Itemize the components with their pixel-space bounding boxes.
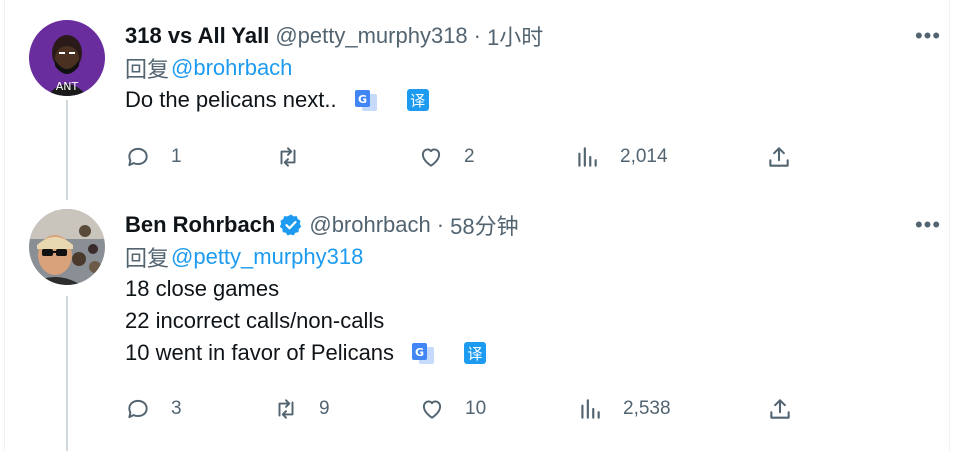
verified-badge-icon — [279, 213, 303, 237]
like-count: 2 — [464, 146, 475, 167]
reply-icon — [128, 399, 148, 419]
svg-text:G: G — [415, 346, 424, 359]
reply-button[interactable]: 3 — [125, 396, 182, 422]
tweet-text-line: 18 close games — [125, 276, 280, 301]
avatar[interactable]: ANT — [29, 20, 105, 96]
tweet-actions: 3 9 10 2,538 — [125, 394, 804, 424]
tweet-text: 10 went in favor of Pelicans G 译 — [125, 337, 914, 369]
tweet-header: Ben Rohrbach @brohrbach · 58分钟 — [125, 209, 914, 241]
retweet-icon — [280, 147, 296, 167]
like-count: 10 — [465, 398, 487, 419]
like-button[interactable]: 2 — [418, 144, 475, 170]
tweet-header: 318 vs All Yall @petty_murphy318 · 1小时 — [125, 20, 914, 52]
tweet-text-line: 22 incorrect calls/non-calls — [125, 308, 385, 333]
like-icon — [422, 400, 442, 419]
views-button[interactable]: 2,014 — [574, 144, 668, 170]
reply-count: 1 — [171, 146, 182, 167]
thread-connector — [66, 296, 68, 451]
share-icon — [769, 147, 789, 167]
views-icon — [581, 399, 600, 419]
reply-icon — [128, 147, 148, 167]
share-button[interactable] — [766, 144, 792, 170]
tweet-1[interactable]: ANT 318 vs All Yall @petty_murphy318 · 1… — [0, 0, 954, 200]
reply-context: 回复 @brohrbach — [125, 52, 914, 84]
google-translate-icon[interactable]: G — [410, 341, 435, 365]
display-name[interactable]: Ben Rohrbach — [125, 212, 275, 238]
tweet-2[interactable]: Ben Rohrbach @brohrbach · 58分钟 回复 @petty… — [0, 200, 954, 451]
user-handle[interactable]: @brohrbach — [309, 212, 430, 238]
more-icon[interactable]: ••• — [910, 20, 946, 52]
views-count: 2,014 — [620, 146, 668, 167]
avatar-text: ANT — [56, 80, 79, 93]
reply-prefix: 回复 — [125, 246, 170, 271]
reply-context: 回复 @petty_murphy318 — [125, 241, 914, 273]
timeline: ANT 318 vs All Yall @petty_murphy318 · 1… — [0, 0, 954, 451]
tweet-text: Do the pelicans next.. G 译 — [125, 84, 914, 116]
google-translate-icon[interactable]: G — [353, 88, 377, 112]
retweet-button[interactable]: 9 — [273, 396, 330, 422]
separator-dot: · — [473, 23, 481, 48]
svg-text:G: G — [358, 93, 367, 106]
tweet-actions: 1 2 2,014 — [125, 142, 804, 172]
reply-mention-link[interactable]: @brohrbach — [171, 55, 292, 81]
more-icon[interactable]: ••• — [910, 209, 946, 241]
separator-dot: · — [436, 212, 445, 237]
tweet-text-line: 10 went in favor of Pelicans — [125, 340, 395, 365]
retweet-icon — [278, 399, 294, 419]
retweet-count: 9 — [319, 398, 330, 419]
timestamp[interactable]: 58分钟 — [450, 209, 518, 241]
share-button[interactable] — [767, 396, 793, 422]
display-name[interactable]: 318 vs All Yall — [125, 23, 269, 49]
share-icon — [770, 399, 790, 419]
like-icon — [421, 148, 441, 167]
reply-button[interactable]: 1 — [125, 144, 182, 170]
thread-connector — [66, 100, 68, 200]
reply-count: 3 — [171, 398, 182, 419]
reply-prefix: 回复 — [125, 57, 170, 82]
views-icon — [578, 147, 597, 167]
like-button[interactable]: 10 — [419, 396, 486, 422]
views-button[interactable]: 2,538 — [577, 396, 671, 422]
timestamp[interactable]: 1小时 — [487, 20, 543, 52]
views-count: 2,538 — [623, 398, 671, 419]
user-handle[interactable]: @petty_murphy318 — [275, 23, 467, 49]
translate-button[interactable]: 译 — [464, 342, 487, 364]
translate-button[interactable]: 译 — [406, 89, 429, 111]
retweet-button[interactable] — [275, 144, 321, 170]
avatar[interactable] — [29, 209, 105, 285]
reply-mention-link[interactable]: @petty_murphy318 — [171, 244, 363, 270]
tweet-text-line: Do the pelicans next.. — [125, 87, 337, 112]
